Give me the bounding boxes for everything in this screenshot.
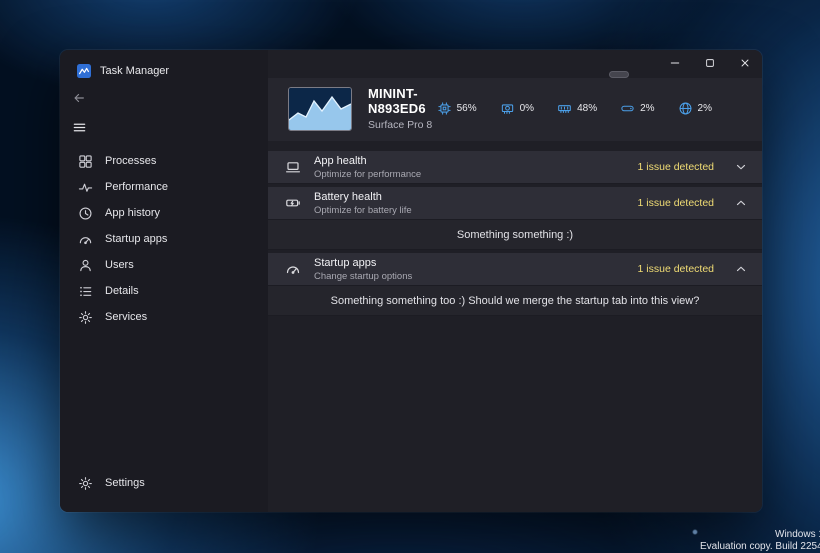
maximize-button[interactable]	[692, 50, 727, 75]
titlebar	[268, 50, 762, 78]
stat-disk: 2%	[620, 101, 654, 116]
sidebar: Task Manager Processes Performance	[60, 50, 268, 512]
disk-icon	[620, 101, 635, 116]
network-icon	[678, 101, 693, 116]
performance-thumbnail	[288, 87, 352, 131]
resource-stats: 56% 0% 48%	[437, 101, 712, 116]
battery-health-row[interactable]: Battery health Optimize for battery life…	[268, 187, 762, 220]
users-icon	[78, 258, 93, 273]
sidebar-item-label: Performance	[105, 181, 168, 193]
watermark-build: Evaluation copy. Build 22543.rs_prerelea…	[700, 541, 820, 552]
sidebar-item-users[interactable]: Users	[60, 252, 268, 278]
content-area: MININT-N893ED6 Surface Pro 8 56% 0%	[268, 50, 762, 512]
stat-cpu: 56%	[437, 101, 477, 116]
device-model: Surface Pro 8	[368, 119, 437, 131]
section-subtitle: Optimize for performance	[314, 169, 421, 180]
chevron-up-icon[interactable]	[734, 196, 748, 210]
stat-value: 2%	[698, 103, 712, 114]
section-battery-health: Battery health Optimize for battery life…	[268, 187, 762, 250]
processes-icon	[78, 154, 93, 169]
gpu-icon	[500, 101, 515, 116]
section-right: 1 issue detected	[638, 196, 748, 210]
settings-gear-icon	[78, 476, 93, 491]
issue-status-badge: 1 issue detected	[638, 161, 714, 173]
sidebar-item-services[interactable]: Services	[60, 304, 268, 330]
section-right: 1 issue detected	[638, 262, 748, 276]
sidebar-item-startup-apps[interactable]: Startup apps	[60, 226, 268, 252]
section-text: App health Optimize for performance	[314, 155, 421, 180]
app-health-icon	[285, 159, 301, 175]
device-info: MININT-N893ED6 Surface Pro 8	[368, 86, 437, 131]
details-icon	[78, 284, 93, 299]
sidebar-nav: Processes Performance App history Startu…	[60, 148, 268, 330]
section-text: Battery health Optimize for battery life	[314, 191, 412, 216]
menu-toggle-button[interactable]	[72, 118, 268, 136]
sidebar-item-details[interactable]: Details	[60, 278, 268, 304]
chevron-down-icon[interactable]	[734, 160, 748, 174]
sidebar-item-label: Services	[105, 311, 147, 323]
battery-health-icon	[285, 195, 301, 211]
issue-status-badge: 1 issue detected	[638, 263, 714, 275]
device-header: MININT-N893ED6 Surface Pro 8 56% 0%	[268, 78, 762, 141]
startup-gauge-icon	[285, 261, 301, 277]
section-title: Battery health	[314, 191, 412, 204]
app-history-icon	[78, 206, 93, 221]
back-button[interactable]	[72, 90, 268, 106]
health-sections: App health Optimize for performance 1 is…	[268, 151, 762, 319]
stat-memory: 48%	[557, 101, 597, 116]
stat-network: 2%	[678, 101, 712, 116]
app-title-row: Task Manager	[60, 62, 268, 82]
window-drag-handle[interactable]	[609, 71, 629, 78]
stat-gpu: 0%	[500, 101, 534, 116]
sidebar-item-label: App history	[105, 207, 160, 219]
app-health-row[interactable]: App health Optimize for performance 1 is…	[268, 151, 762, 184]
desktop: { "colors": { "warning": "#f0dc74", "sta…	[0, 0, 820, 553]
sidebar-item-label: Users	[105, 259, 134, 271]
app-title: Task Manager	[100, 65, 169, 77]
minimize-button[interactable]	[657, 50, 692, 75]
startup-apps-row[interactable]: Startup apps Change startup options 1 is…	[268, 253, 762, 286]
close-button[interactable]	[727, 50, 762, 75]
sidebar-item-performance[interactable]: Performance	[60, 174, 268, 200]
section-right: 1 issue detected	[638, 160, 748, 174]
stat-value: 2%	[640, 103, 654, 114]
chevron-up-icon[interactable]	[734, 262, 748, 276]
startup-apps-content: Something something too :) Should we mer…	[268, 286, 762, 316]
startup-apps-icon	[78, 232, 93, 247]
sidebar-item-label: Startup apps	[105, 233, 167, 245]
section-subtitle: Optimize for battery life	[314, 205, 412, 216]
section-text: Startup apps Change startup options	[314, 257, 412, 282]
services-icon	[78, 310, 93, 325]
watermark-edition: Windows 11 Pro	[775, 529, 820, 540]
section-app-health: App health Optimize for performance 1 is…	[268, 151, 762, 184]
sidebar-item-label: Settings	[105, 477, 145, 489]
task-manager-app-icon	[77, 64, 91, 78]
stat-value: 56%	[457, 103, 477, 114]
sidebar-item-app-history[interactable]: App history	[60, 200, 268, 226]
sidebar-item-settings[interactable]: Settings	[60, 470, 268, 496]
sidebar-item-label: Details	[105, 285, 139, 297]
device-name: MININT-N893ED6	[368, 86, 437, 116]
sidebar-item-label: Processes	[105, 155, 156, 167]
cpu-icon	[437, 101, 452, 116]
task-manager-window: Task Manager Processes Performance	[60, 50, 762, 512]
issue-status-badge: 1 issue detected	[638, 197, 714, 209]
stat-value: 48%	[577, 103, 597, 114]
stat-value: 0%	[520, 103, 534, 114]
section-title: Startup apps	[314, 257, 412, 270]
section-title: App health	[314, 155, 421, 168]
sidebar-item-processes[interactable]: Processes	[60, 148, 268, 174]
section-startup-apps: Startup apps Change startup options 1 is…	[268, 253, 762, 316]
sidebar-spacer	[60, 330, 268, 470]
battery-health-content: Something something :)	[268, 220, 762, 250]
memory-icon	[557, 101, 572, 116]
section-subtitle: Change startup options	[314, 271, 412, 282]
performance-icon	[78, 180, 93, 195]
